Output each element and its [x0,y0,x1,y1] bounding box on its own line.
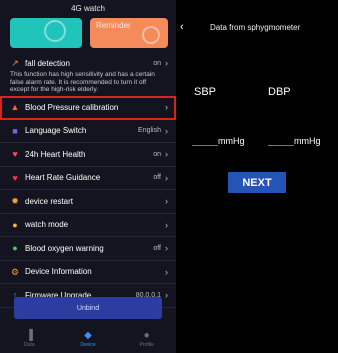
settings-item-label: device restart [25,196,74,206]
settings-item-value: off [153,244,161,252]
settings-item-restart[interactable]: ✹ device restart › [0,190,176,214]
reminder-card-label: Reminder [96,21,131,30]
settings-item-label: Blood Pressure calibration [25,102,119,112]
chevron-right-icon: › [165,243,168,254]
chevron-right-icon: › [165,172,168,183]
settings-item-blood-pressure[interactable]: ▲ Blood Pressure calibration › [0,96,176,120]
device-title: 4G watch [71,4,105,13]
sbp-label: SBP [194,86,217,98]
bar-chart-icon: ▐ [25,330,33,341]
device-icon: ◆ [84,330,92,341]
settings-panel: 4G watch Reminder ↗ fall detection on › … [0,0,176,353]
restart-icon: ✹ [11,196,19,207]
settings-item-device-info[interactable]: ⚙ Device Information › [0,261,176,284]
page-title: Data from sphygmometer [210,22,301,32]
settings-item-label: Device Information [25,267,92,277]
fall-detection-value: on [153,59,161,67]
watch-outline-icon [44,20,66,42]
user-icon: ● [143,330,150,341]
back-icon[interactable]: ‹ [180,21,184,33]
tab-device[interactable]: ◆ Device [68,330,108,348]
feature-card-1[interactable] [10,18,82,48]
settings-item-value: on [153,150,161,158]
settings-item-label: watch mode [25,220,69,230]
fall-icon: ↗ [11,58,19,68]
watch-icon: ● [12,219,18,230]
fall-detection-section: ↗ fall detection on › This function has … [0,55,176,94]
settings-item-heart-health[interactable]: ♥ 24h Heart Health on › [0,143,176,167]
tab-label: Data [24,342,35,348]
chevron-right-icon: › [165,125,168,136]
header: ‹ Data from sphygmometer [176,20,338,34]
settings-item-label: 24h Heart Health [25,149,86,159]
chevron-right-icon: › [165,149,168,160]
heart-rate-icon: ♥ [12,172,18,183]
sbp-field[interactable]: mmHg [192,128,245,146]
reminder-decor-icon [142,26,160,44]
next-button[interactable]: NEXT [228,172,286,193]
fall-detection-description: This function has high sensitivity and h… [10,71,155,93]
dbp-field[interactable]: mmHg [268,128,321,146]
chevron-right-icon: › [165,219,168,230]
language-icon: ■ [12,125,18,136]
chevron-right-icon: › [165,266,168,277]
sphygmometer-panel: ‹ Data from sphygmometer SBP DBP mmHg mm… [176,0,338,353]
settings-item-value: English [138,127,161,135]
settings-item-label: Language Switch [25,126,87,136]
sbp-unit: mmHg [218,136,245,146]
dbp-input[interactable] [268,135,294,146]
settings-item-oxygen[interactable]: ● Blood oxygen warning off › [0,237,176,261]
settings-list: ▲ Blood Pressure calibration › ■ Languag… [0,96,176,308]
oxygen-icon: ● [12,243,18,254]
chevron-right-icon: › [165,58,168,68]
fall-detection-row[interactable]: ↗ fall detection on › [0,55,176,71]
heart-icon: ♥ [12,149,18,160]
blood-pressure-icon: ▲ [10,102,20,113]
tab-profile[interactable]: ● Profile [127,330,167,348]
chevron-right-icon: › [165,290,168,301]
settings-item-watch-mode[interactable]: ● watch mode › [0,214,176,237]
chevron-right-icon: › [165,102,168,113]
tab-label: Profile [139,342,154,348]
dbp-label: DBP [268,86,291,98]
info-icon: ⚙ [10,266,20,277]
bottom-tab-bar: ▐ Data ◆ Device ● Profile [0,330,176,353]
settings-item-value: off [153,174,161,182]
dbp-unit: mmHg [294,136,321,146]
settings-item-heart-rate[interactable]: ♥ Heart Rate Guidance off › [0,167,176,190]
unbind-button[interactable]: Unbind [14,297,162,319]
sbp-input[interactable] [192,135,218,146]
tab-data[interactable]: ▐ Data [9,330,49,348]
settings-item-label: Blood oxygen warning [25,243,104,253]
chevron-right-icon: › [165,196,168,207]
settings-item-language[interactable]: ■ Language Switch English › [0,120,176,143]
settings-item-label: Heart Rate Guidance [25,173,101,183]
fall-detection-label: fall detection [25,58,70,68]
reminder-card[interactable]: Reminder [90,18,168,48]
tab-label: Device [80,342,96,348]
